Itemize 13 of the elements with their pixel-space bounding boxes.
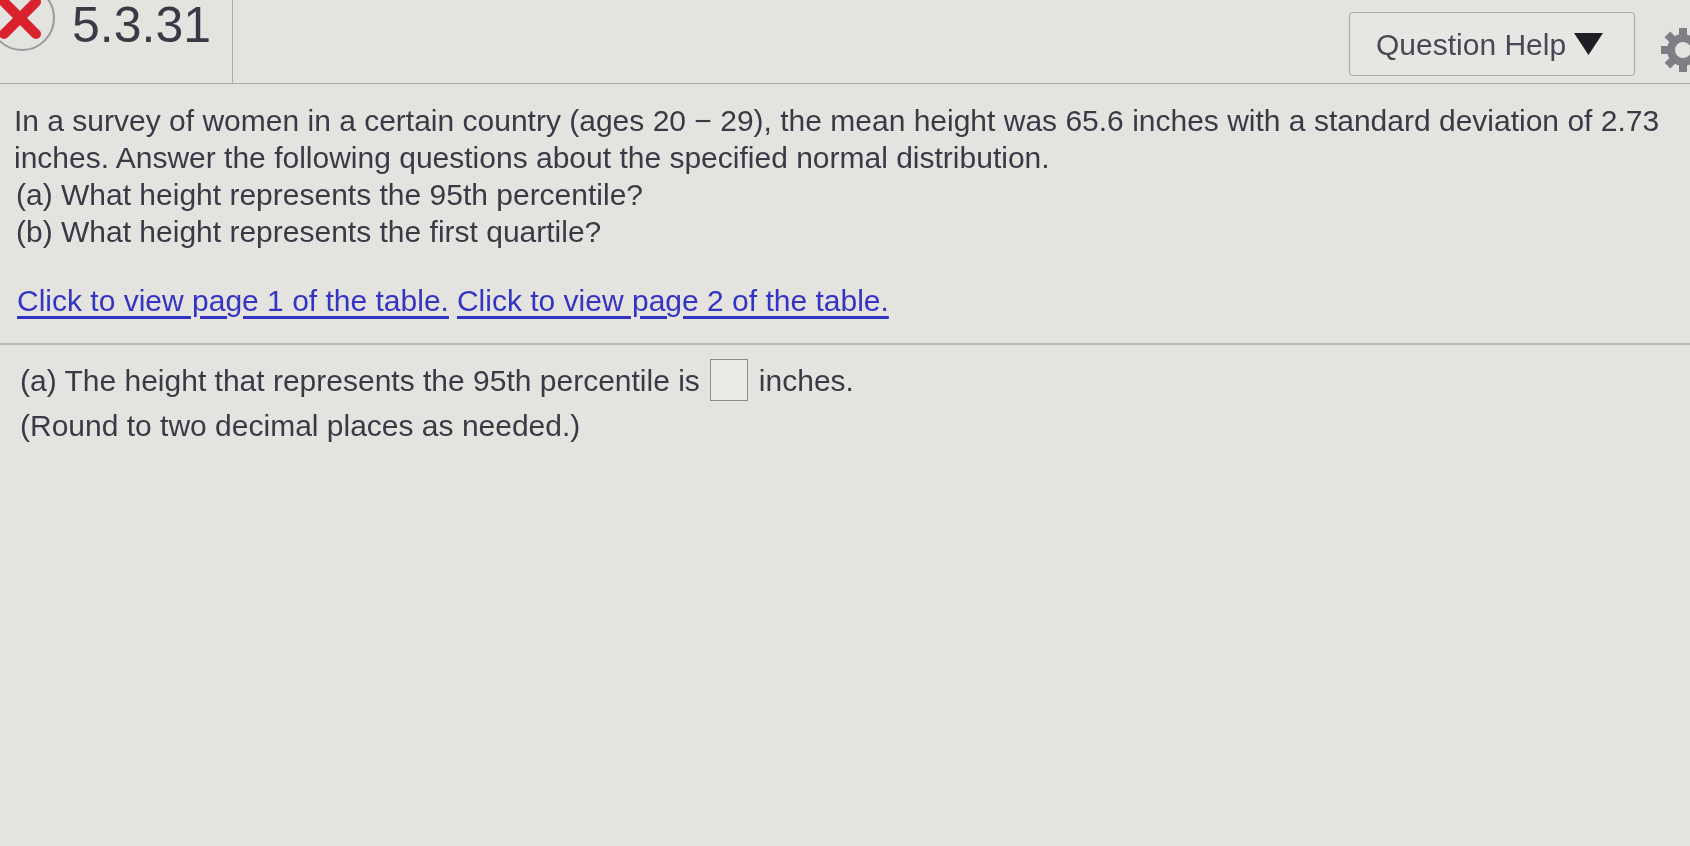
answer-box[interactable]	[709, 359, 748, 401]
answer-unit: inches.	[758, 362, 854, 399]
answer-prompt: (a) The height that represents the 95th percentile is	[20, 362, 700, 399]
table-link[interactable]: Click to view page 2 of the table.	[456, 282, 889, 319]
question-number: 5.3.31	[72, 0, 211, 50]
table-link[interactable]: Click to view page 1 of the table.	[17, 282, 449, 319]
question-part: (b) What height represents the first quartile?	[15, 214, 602, 250]
question-text: In a survey of women in a certain country (ages 20 − 29), the mean height was 65.6 inches with a standard deviation of 2.73 inches. Answer the following questions about the specified normal distribution.	[14, 103, 1661, 176]
question-help-button[interactable]: Question Help	[1349, 12, 1635, 76]
caret-icon	[1574, 33, 1604, 55]
settings-icon[interactable]	[1660, 28, 1690, 72]
question-part: (a) What height represents the 95th percentile?	[15, 177, 644, 213]
rounding-note: (Round to two decimal places as needed.)	[20, 408, 581, 444]
